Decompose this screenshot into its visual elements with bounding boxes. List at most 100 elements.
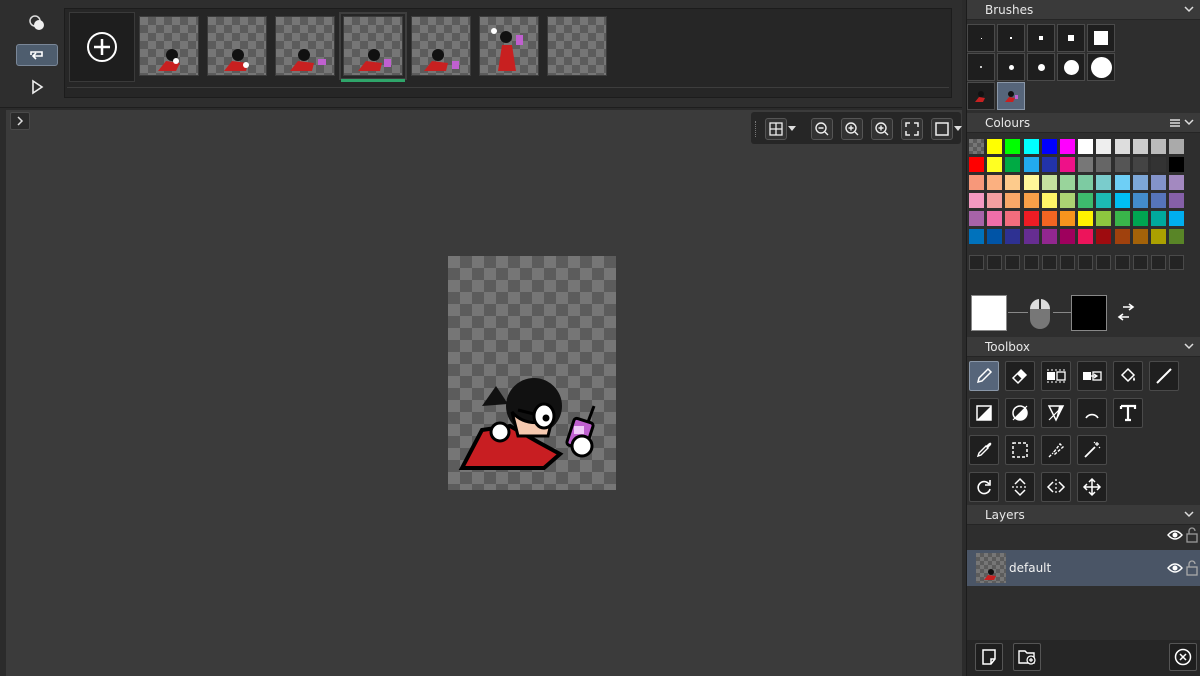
empty-colour-slot[interactable] bbox=[1132, 255, 1148, 270]
ellipse-tool[interactable] bbox=[1005, 398, 1035, 428]
colour-swatch[interactable] bbox=[969, 193, 984, 208]
frame-thumbnail-selected[interactable] bbox=[339, 12, 407, 80]
brushes-panel-header[interactable]: Brushes bbox=[967, 0, 1200, 20]
empty-colour-slot[interactable] bbox=[1078, 255, 1094, 270]
colour-swatch[interactable] bbox=[1060, 211, 1075, 226]
delete-layer-button[interactable] bbox=[1169, 643, 1197, 671]
colour-swatch[interactable] bbox=[1060, 139, 1075, 154]
curve-tool[interactable] bbox=[1077, 398, 1107, 428]
unlock-icon[interactable] bbox=[1186, 527, 1198, 546]
colour-swatch[interactable] bbox=[1096, 157, 1112, 172]
expand-panel-button[interactable] bbox=[10, 112, 30, 130]
primary-colour-swatch[interactable] bbox=[971, 295, 1007, 331]
grid-toggle-button[interactable] bbox=[765, 118, 787, 140]
new-layer-button[interactable] bbox=[975, 643, 1003, 671]
colour-swatch[interactable] bbox=[1041, 175, 1057, 190]
toolbox-panel-header[interactable]: Toolbox bbox=[967, 337, 1200, 357]
colour-swatch[interactable] bbox=[987, 193, 1003, 208]
replace-colour-tool[interactable] bbox=[1077, 361, 1107, 391]
colour-swatch[interactable] bbox=[987, 157, 1003, 172]
colour-swatch[interactable] bbox=[1041, 157, 1057, 172]
colour-swatch[interactable] bbox=[1041, 139, 1057, 154]
colour-swatch[interactable] bbox=[1005, 211, 1021, 226]
colour-swatch[interactable] bbox=[1132, 229, 1148, 244]
colour-swatch[interactable] bbox=[1041, 229, 1057, 244]
empty-colour-slot[interactable] bbox=[1151, 255, 1166, 270]
brush-size-3[interactable] bbox=[1027, 24, 1055, 52]
colour-swatch[interactable] bbox=[1132, 175, 1148, 190]
colour-swatch[interactable] bbox=[1132, 193, 1148, 208]
colour-swatch[interactable] bbox=[1041, 193, 1057, 208]
colour-swatch[interactable] bbox=[1078, 211, 1094, 226]
colour-swatch[interactable] bbox=[1096, 211, 1112, 226]
eye-icon[interactable] bbox=[1167, 562, 1183, 577]
colour-swatch[interactable] bbox=[1078, 229, 1094, 244]
colour-swatch[interactable] bbox=[1114, 229, 1130, 244]
colour-swatch[interactable] bbox=[1132, 157, 1148, 172]
colour-swatch[interactable] bbox=[1078, 157, 1094, 172]
loop-button[interactable] bbox=[16, 44, 58, 66]
secondary-colour-swatch[interactable] bbox=[1071, 295, 1107, 331]
colour-swatch[interactable] bbox=[1114, 211, 1130, 226]
fill-tool[interactable] bbox=[1113, 361, 1143, 391]
frame-thumbnail[interactable] bbox=[207, 16, 267, 76]
colour-swatch[interactable] bbox=[969, 211, 984, 226]
lasso-select-tool[interactable] bbox=[1041, 435, 1071, 465]
pencil-tool[interactable] bbox=[969, 361, 999, 391]
empty-colour-slot[interactable] bbox=[1023, 255, 1039, 270]
play-button[interactable] bbox=[16, 76, 58, 98]
eye-icon[interactable] bbox=[1167, 529, 1183, 544]
zoom-reset-button[interactable] bbox=[841, 118, 863, 140]
clone-tool[interactable] bbox=[1041, 361, 1071, 391]
fit-to-screen-button[interactable] bbox=[901, 118, 923, 140]
unlock-icon[interactable] bbox=[1186, 560, 1198, 579]
colour-swatch[interactable] bbox=[1078, 193, 1094, 208]
colour-swatch[interactable] bbox=[987, 229, 1003, 244]
brush-circle-5[interactable] bbox=[1087, 53, 1115, 81]
colour-swatch[interactable] bbox=[1114, 175, 1130, 190]
colour-swatch[interactable] bbox=[1151, 139, 1166, 154]
empty-colour-slot[interactable] bbox=[1005, 255, 1021, 270]
eraser-tool[interactable] bbox=[1005, 361, 1035, 391]
onion-skin-button[interactable] bbox=[16, 12, 58, 34]
drag-handle[interactable] bbox=[755, 121, 757, 137]
empty-colour-slot[interactable] bbox=[1114, 255, 1130, 270]
colour-swatch[interactable] bbox=[1169, 193, 1185, 208]
colour-swatch[interactable] bbox=[1023, 157, 1039, 172]
colour-swatch[interactable] bbox=[1151, 211, 1166, 226]
polygon-tool[interactable] bbox=[1041, 398, 1071, 428]
colour-swatch[interactable] bbox=[1169, 157, 1185, 172]
colour-swatch[interactable] bbox=[1060, 175, 1075, 190]
grid-dropdown[interactable] bbox=[788, 120, 796, 138]
empty-colour-slot[interactable] bbox=[1041, 255, 1057, 270]
rectangle-tool[interactable] bbox=[969, 398, 999, 428]
brush-circle-4[interactable] bbox=[1057, 53, 1085, 81]
colour-swatch[interactable] bbox=[1060, 157, 1075, 172]
zoom-out-button[interactable] bbox=[811, 118, 833, 140]
colour-swatch[interactable] bbox=[969, 229, 984, 244]
colour-swatch[interactable] bbox=[1096, 229, 1112, 244]
brush-size-2[interactable] bbox=[997, 24, 1025, 52]
canvas-background-button[interactable] bbox=[931, 118, 953, 140]
custom-brush-2-selected[interactable] bbox=[997, 82, 1025, 110]
colour-swatch[interactable] bbox=[1151, 175, 1166, 190]
colour-swatch[interactable] bbox=[1114, 139, 1130, 154]
colour-swatch[interactable] bbox=[1151, 157, 1166, 172]
rotate-tool[interactable] bbox=[969, 472, 999, 502]
colour-swatch[interactable] bbox=[1114, 157, 1130, 172]
frame-thumbnail[interactable] bbox=[139, 16, 199, 76]
colour-swatch[interactable] bbox=[1005, 157, 1021, 172]
colour-swatch[interactable] bbox=[1005, 139, 1021, 154]
colour-swatch[interactable] bbox=[1151, 193, 1166, 208]
magic-wand-tool[interactable] bbox=[1077, 435, 1107, 465]
brush-circle-3[interactable] bbox=[1027, 53, 1055, 81]
empty-colour-slot[interactable] bbox=[1169, 255, 1185, 270]
empty-colour-slot[interactable] bbox=[969, 255, 984, 270]
colour-swatch[interactable] bbox=[969, 157, 984, 172]
brush-size-1[interactable] bbox=[967, 24, 995, 52]
colour-picker-tool[interactable] bbox=[969, 435, 999, 465]
colour-swatch[interactable] bbox=[1169, 229, 1185, 244]
background-dropdown[interactable] bbox=[954, 120, 962, 138]
frame-thumbnail[interactable] bbox=[479, 16, 539, 76]
colour-swatch[interactable] bbox=[1114, 193, 1130, 208]
